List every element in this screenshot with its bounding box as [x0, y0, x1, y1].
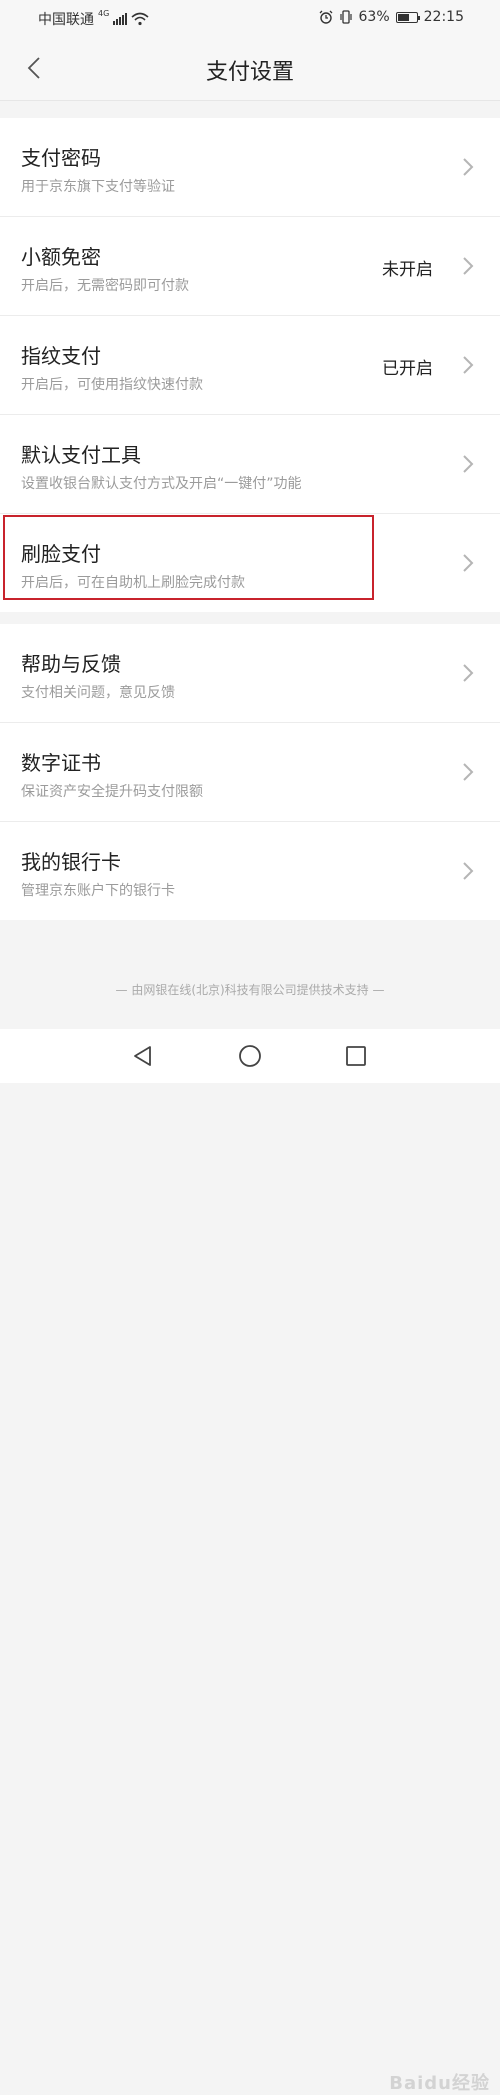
row-title: 小额免密	[21, 245, 101, 269]
settings-group-other: 帮助与反馈 支付相关问题，意见反馈 数字证书 保证资产安全提升码支付限额 我的银…	[0, 624, 500, 920]
row-subtitle: 支付相关问题，意见反馈	[21, 685, 175, 701]
chevron-right-icon	[463, 455, 474, 473]
nav-home-circle-icon[interactable]	[238, 1044, 262, 1068]
row-subtitle: 用于京东旗下支付等验证	[21, 179, 175, 195]
chevron-right-icon	[463, 554, 474, 572]
row-title: 刷脸支付	[21, 542, 101, 566]
chevron-right-icon	[463, 257, 474, 275]
row-default-pay-tool[interactable]: 默认支付工具 设置收银台默认支付方式及开启“一键付”功能	[0, 415, 500, 514]
vibrate-icon	[339, 10, 352, 24]
chevron-right-icon	[463, 862, 474, 880]
row-subtitle: 开启后，无需密码即可付款	[21, 278, 189, 294]
row-face-pay[interactable]: 刷脸支付 开启后，可在自助机上刷脸完成付款	[0, 514, 500, 612]
battery-icon	[395, 11, 420, 23]
signal-icon	[113, 13, 128, 25]
settings-group-payment: 支付密码 用于京东旗下支付等验证 小额免密 开启后，无需密码即可付款 未开启 指…	[0, 118, 500, 612]
row-title: 帮助与反馈	[21, 652, 121, 676]
network-type: 4G	[98, 8, 110, 18]
carrier-label: 中国联通	[38, 12, 94, 28]
row-title: 默认支付工具	[21, 443, 141, 467]
row-subtitle: 保证资产安全提升码支付限额	[21, 784, 203, 800]
row-fingerprint-pay[interactable]: 指纹支付 开启后，可使用指纹快速付款 已开启	[0, 316, 500, 415]
row-payment-password[interactable]: 支付密码 用于京东旗下支付等验证	[0, 118, 500, 217]
nav-recents-square-icon[interactable]	[344, 1044, 368, 1068]
page-title: 支付设置	[205, 60, 294, 85]
footer-support-note: — 由网银在线(北京)科技有限公司提供技术支持 —	[115, 983, 385, 997]
row-subtitle: 设置收银台默认支付方式及开启“一键付”功能	[21, 476, 302, 492]
wifi-icon	[131, 12, 149, 26]
row-help-feedback[interactable]: 帮助与反馈 支付相关问题，意见反馈	[0, 624, 500, 723]
row-status-value: 未开启	[382, 260, 433, 280]
status-right: 63% 22:15	[319, 9, 464, 25]
row-my-bank-cards[interactable]: 我的银行卡 管理京东账户下的银行卡	[0, 822, 500, 920]
chevron-right-icon	[463, 158, 474, 176]
chevron-right-icon	[463, 763, 474, 781]
row-title: 我的银行卡	[21, 850, 121, 874]
row-title: 数字证书	[21, 751, 101, 775]
chevron-right-icon	[463, 664, 474, 682]
system-nav-bar: Baidu经验	[0, 1029, 500, 2094]
status-bar: 中国联通 4G 63% 22:15	[0, 0, 500, 36]
alarm-icon	[319, 10, 332, 24]
row-digital-certificate[interactable]: 数字证书 保证资产安全提升码支付限额	[0, 723, 500, 822]
row-subtitle: 管理京东账户下的银行卡	[21, 883, 175, 899]
clock-time: 22:15	[423, 9, 464, 25]
row-status-value: 已开启	[382, 359, 433, 379]
row-small-amount-free[interactable]: 小额免密 开启后，无需密码即可付款 未开启	[0, 217, 500, 316]
status-left: 中国联通 4G	[38, 9, 149, 29]
watermark-logo: Baidu经验	[389, 2073, 490, 2094]
chevron-right-icon	[463, 356, 474, 374]
row-title: 支付密码	[21, 146, 101, 170]
nav-back-triangle-icon[interactable]	[131, 1044, 155, 1068]
battery-percent: 63%	[358, 9, 390, 25]
row-subtitle: 开启后，可在自助机上刷脸完成付款	[21, 575, 245, 591]
row-title: 指纹支付	[21, 344, 101, 368]
row-subtitle: 开启后，可使用指纹快速付款	[21, 377, 203, 393]
nav-bar: 支付设置	[0, 36, 500, 101]
